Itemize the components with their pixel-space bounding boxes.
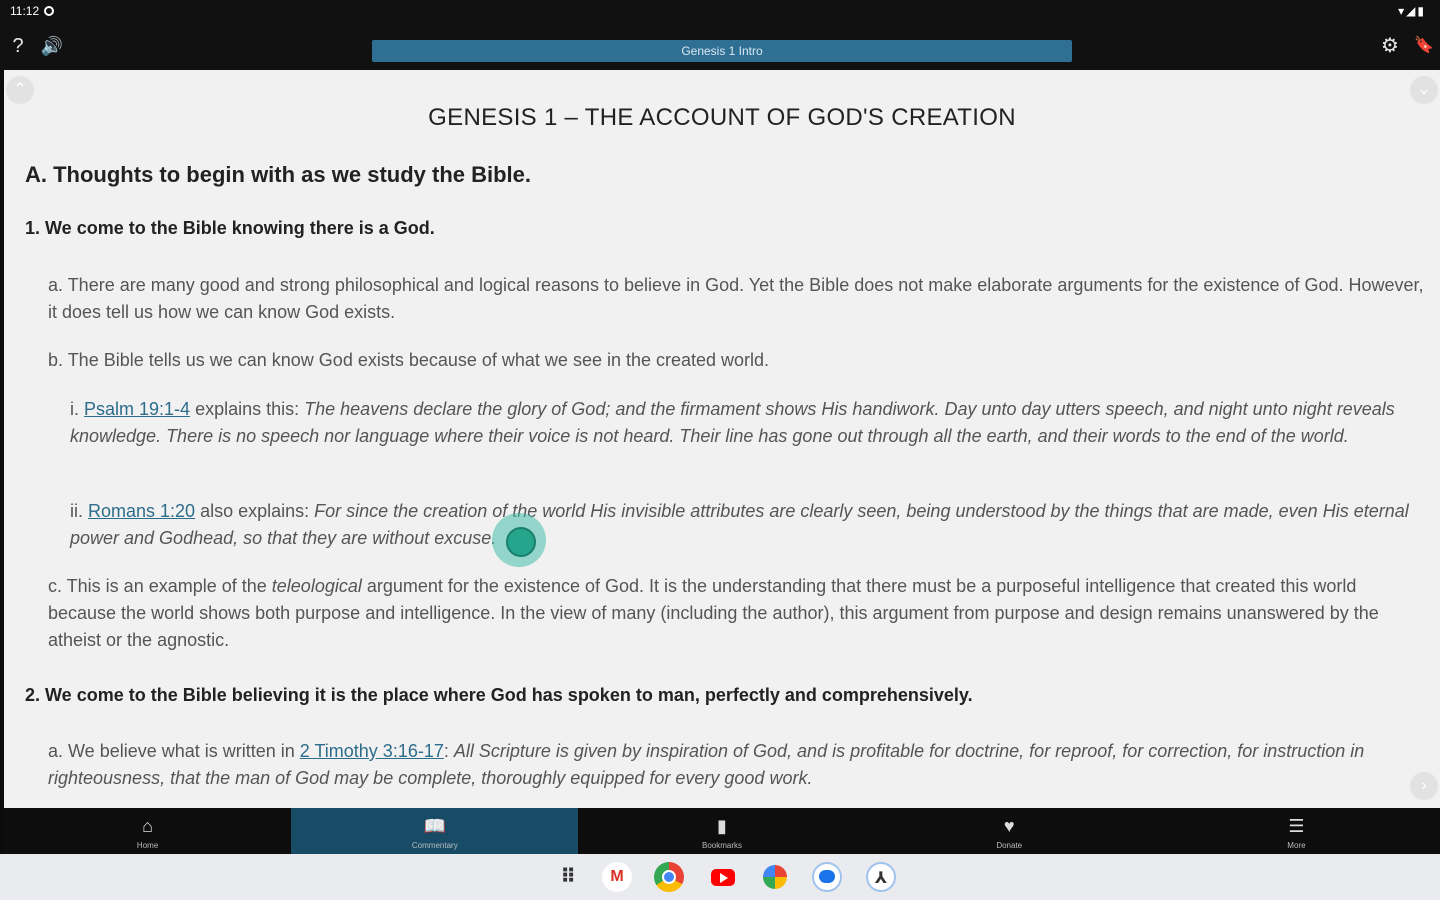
app-launcher-icon[interactable]: ⠿ <box>553 862 583 892</box>
nav-label: Home <box>136 841 159 850</box>
page-title: GENESIS 1 – THE ACCOUNT OF GOD'S CREATIO… <box>428 104 1016 131</box>
nav-more[interactable]: ☰ More <box>1153 808 1440 854</box>
text-fragment: : <box>443 741 454 761</box>
nav-bookmarks[interactable]: ▮ Bookmarks <box>578 808 865 854</box>
commentary-content[interactable]: ⌃ ⌄ › GENESIS 1 – THE ACCOUNT OF GOD'S C… <box>4 70 1440 808</box>
bookmark-icon[interactable]: 🔖 <box>1412 34 1436 58</box>
nav-label: More <box>1287 841 1306 850</box>
paragraph-2a: a. We believe what is written in 2 Timot… <box>48 738 1428 792</box>
status-system-icons: ▾◢▮ <box>1398 4 1426 18</box>
list-marker: ii. <box>70 501 88 521</box>
status-bar: 11:12 ▾◢▮ <box>0 0 1440 24</box>
gmail-icon[interactable]: M <box>602 862 632 892</box>
paragraph-1a: a. There are many good and strong philos… <box>48 275 1424 322</box>
nav-home[interactable]: ⌂ Home <box>4 808 291 854</box>
status-notification-icon <box>44 6 54 16</box>
scripture-link-romans[interactable]: Romans 1:20 <box>88 501 195 521</box>
audio-icon[interactable]: 🔊 <box>40 34 64 58</box>
text-fragment: c. This is an example of the <box>48 576 272 596</box>
text-fragment: also explains: <box>195 501 315 521</box>
touch-indicator <box>492 513 546 567</box>
system-taskbar: ⠿ M ⅄ <box>0 854 1440 900</box>
bottom-navigation: ⌂ Home 📖 Commentary ▮ Bookmarks ♥ Donate… <box>4 808 1440 854</box>
paragraph-1c: c. This is an example of the teleologica… <box>48 573 1428 654</box>
app-toolbar: ? 🔊 Genesis 1 Intro ⚙ 🔖 <box>0 24 1440 70</box>
nav-donate[interactable]: ♥ Donate <box>866 808 1153 854</box>
point-heading-2: 2. We come to the Bible believing it is … <box>25 685 973 705</box>
youtube-icon[interactable] <box>708 862 738 892</box>
heart-icon: ♥ <box>1003 816 1015 836</box>
chapter-title-button[interactable]: Genesis 1 Intro <box>372 40 1072 62</box>
messages-icon[interactable] <box>812 862 842 892</box>
nav-commentary[interactable]: 📖 Commentary <box>291 808 579 854</box>
text-fragment: a. We believe what is written in <box>48 741 300 761</box>
book-icon: 📖 <box>423 816 447 836</box>
text-fragment: explains this: <box>190 399 305 419</box>
section-heading: A. Thoughts to begin with as we study th… <box>25 162 532 187</box>
chevron-down-icon[interactable]: ⌄ <box>1410 76 1438 104</box>
nav-label: Commentary <box>411 841 458 850</box>
home-icon: ⌂ <box>142 816 154 836</box>
scripture-link-timothy[interactable]: 2 Timothy 3:16-17 <box>300 741 444 761</box>
status-time: 11:12 <box>10 4 40 18</box>
paragraph-1b-ii: ii. Romans 1:20 also explains: For since… <box>70 498 1420 552</box>
bookmarks-icon: ▮ <box>717 816 727 836</box>
nav-label: Donate <box>996 841 1023 850</box>
help-icon[interactable]: ? <box>6 34 30 58</box>
scripture-link-psalm[interactable]: Psalm 19:1-4 <box>84 399 190 419</box>
nav-label: Bookmarks <box>702 841 743 850</box>
point-heading-1: 1. We come to the Bible knowing there is… <box>25 218 435 238</box>
paragraph-1b-i: i. Psalm 19:1-4 explains this: The heave… <box>70 396 1420 450</box>
emphasis-text: teleological <box>271 576 362 596</box>
chrome-icon[interactable] <box>654 862 684 892</box>
paragraph-1b: b. The Bible tells us we can know God ex… <box>48 350 770 370</box>
accessibility-icon[interactable]: ⅄ <box>866 862 896 892</box>
menu-icon: ☰ <box>1288 816 1305 836</box>
chevron-up-icon[interactable]: ⌃ <box>6 76 34 104</box>
photos-icon[interactable] <box>763 865 787 889</box>
settings-icon[interactable]: ⚙ <box>1378 34 1402 58</box>
list-marker: i. <box>70 399 85 419</box>
